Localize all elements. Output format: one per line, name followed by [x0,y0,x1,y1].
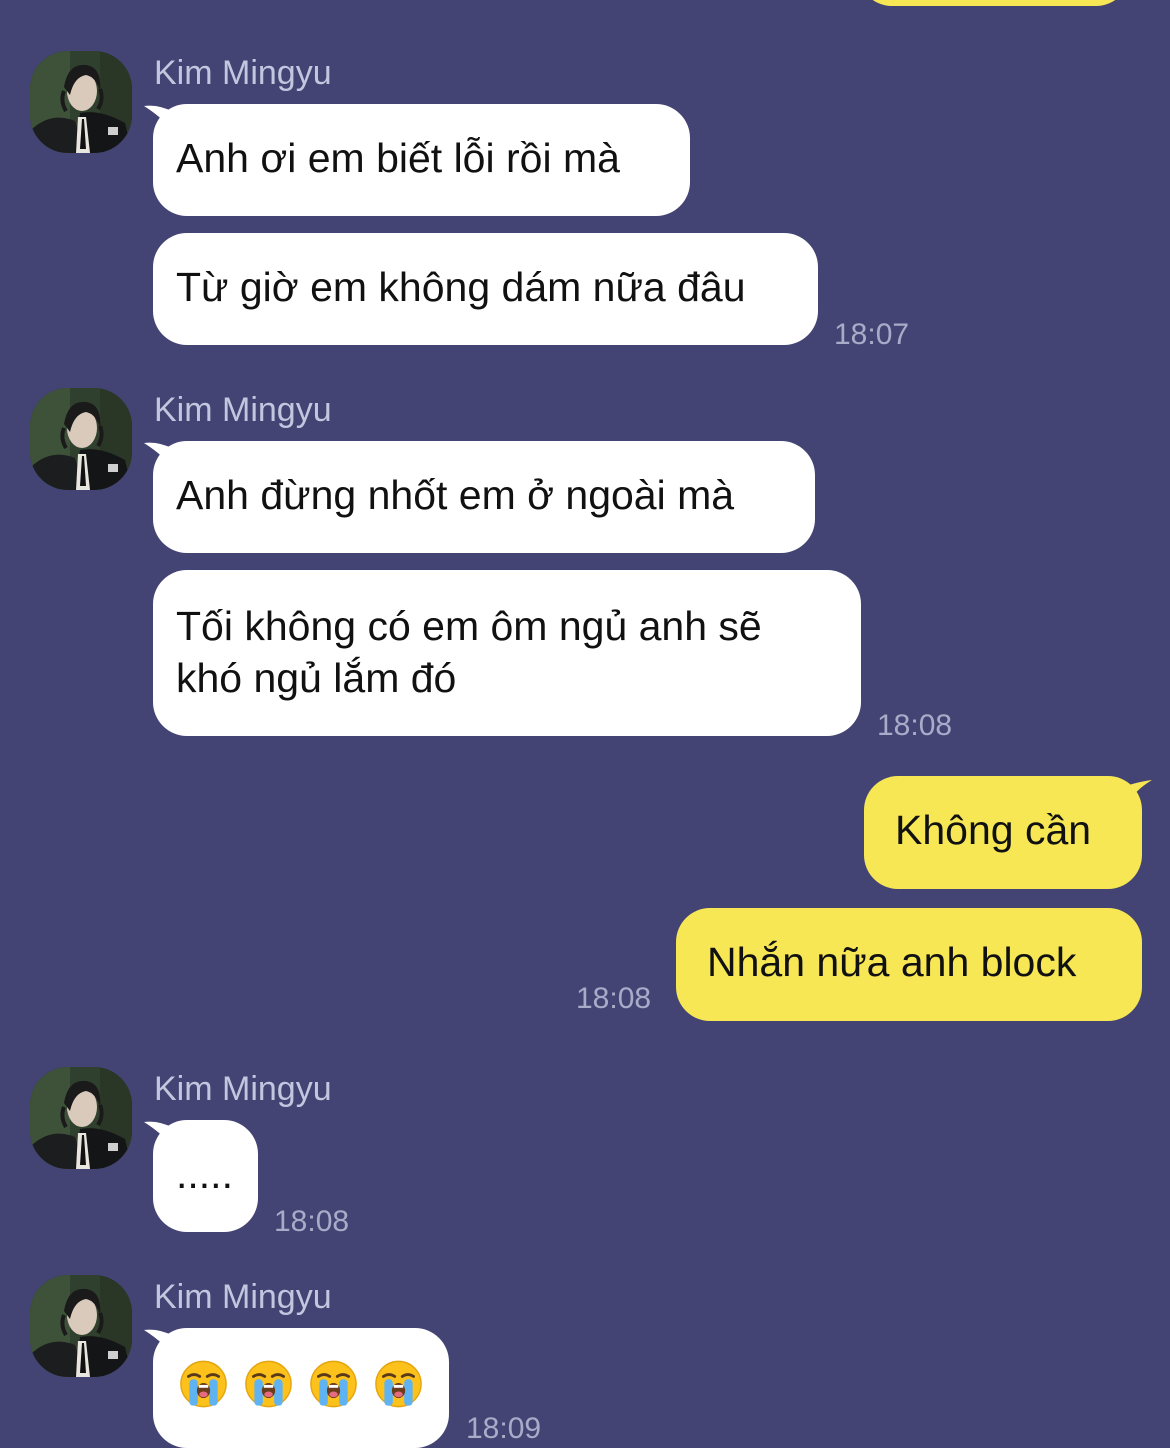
sender-name: Kim Mingyu [154,54,332,92]
message-text: Tối không có em ôm ngủ anh sẽ khó ngủ lắ… [176,603,762,701]
message-timestamp: 18:08 [877,709,953,742]
sender-name: Kim Mingyu [154,391,332,429]
message-text: Anh đừng nhốt em ở ngoài mà [176,472,735,518]
chat-thread: Kim Mingyu Anh ơi em biết lỗi rồi mà Từ … [0,0,1170,1448]
incoming-message-bubble[interactable]: ..... [153,1120,258,1232]
loudly-crying-face-icon [179,1358,228,1410]
message-text: Nhắn nữa anh block [707,939,1077,985]
message-text: Từ giờ em không dám nữa đâu [176,264,746,310]
emoji-row [179,1358,423,1410]
message-text: ..... [176,1151,233,1197]
message-timestamp: 18:08 [576,982,652,1015]
incoming-message-bubble[interactable]: Từ giờ em không dám nữa đâu [153,233,818,345]
incoming-message-bubble[interactable]: Anh ơi em biết lỗi rồi mà [153,104,690,216]
message-text: Anh ơi em biết lỗi rồi mà [176,135,620,181]
message-text: Không cần [895,807,1092,853]
outgoing-message-bubble[interactable]: Không cần [864,776,1142,889]
incoming-message-bubble[interactable]: Anh đừng nhốt em ở ngoài mà [153,441,815,553]
sender-name: Kim Mingyu [154,1278,332,1316]
avatar-image [30,1275,132,1377]
message-timestamp: 18:07 [834,318,910,351]
avatar-image [30,51,132,153]
incoming-message-bubble[interactable]: Tối không có em ôm ngủ anh sẽ khó ngủ lắ… [153,570,861,736]
avatar-image [30,1067,132,1169]
loudly-crying-face-icon [309,1358,358,1410]
message-timestamp: 18:08 [274,1205,350,1238]
incoming-message-bubble[interactable] [153,1328,449,1448]
avatar[interactable] [30,388,132,490]
sender-name: Kim Mingyu [154,1070,332,1108]
message-timestamp: 18:09 [466,1412,542,1445]
avatar-image [30,388,132,490]
loudly-crying-face-icon [374,1358,423,1410]
avatar[interactable] [30,1067,132,1169]
outgoing-bubble-partial[interactable] [858,0,1130,6]
avatar[interactable] [30,51,132,153]
outgoing-message-bubble[interactable]: Nhắn nữa anh block [676,908,1142,1021]
loudly-crying-face-icon [244,1358,293,1410]
avatar[interactable] [30,1275,132,1377]
